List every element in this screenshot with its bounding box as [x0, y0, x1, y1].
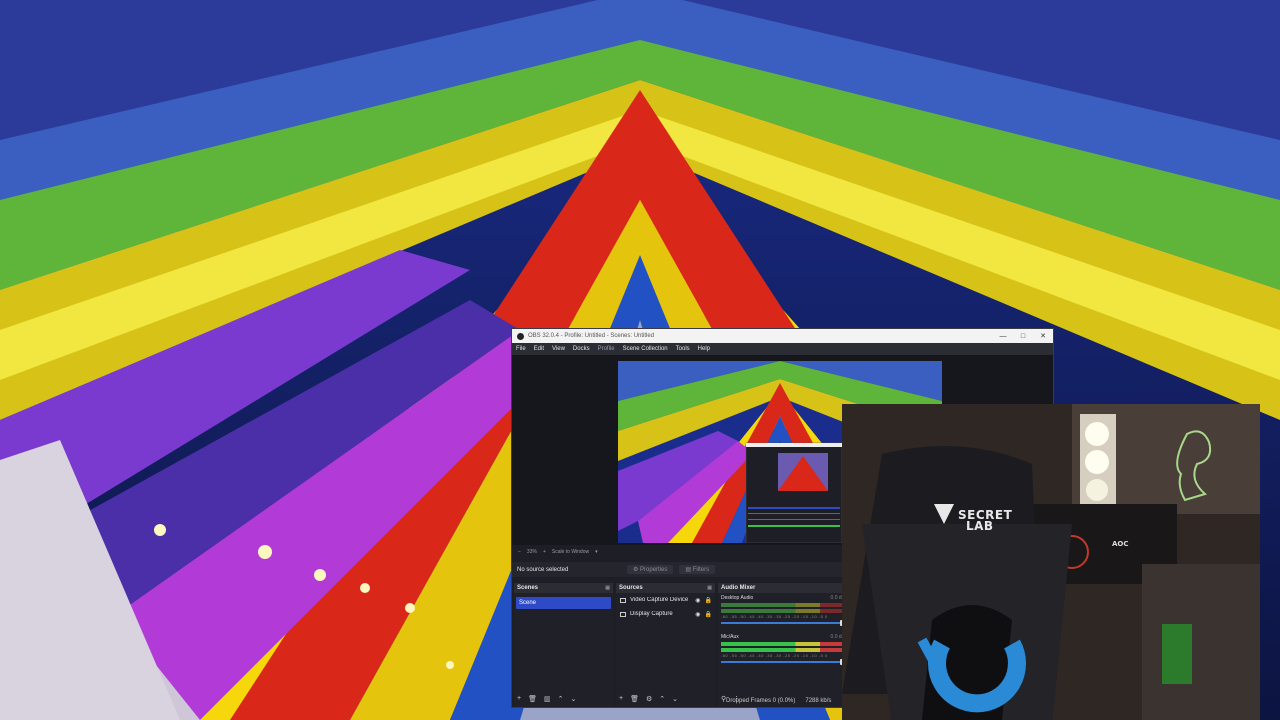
channel-name: Mic/Aux — [721, 634, 739, 640]
menu-edit[interactable]: Edit — [534, 346, 544, 352]
window-title: OBS 32.0.4 - Profile: Untitled - Scenes:… — [528, 333, 655, 339]
chevron-down-icon[interactable]: ▾ — [595, 549, 598, 555]
title-bar[interactable]: OBS 32.0.4 - Profile: Untitled - Scenes:… — [512, 329, 1053, 343]
dock-pin-icon[interactable]: ▣ — [605, 585, 610, 591]
volume-meter — [721, 609, 845, 613]
maximize-button[interactable]: □ — [1013, 333, 1033, 340]
chair-brand-logo: SECRET LAB — [958, 508, 1013, 533]
menu-view[interactable]: View — [552, 346, 565, 352]
monitor-icon — [620, 611, 626, 617]
scene-item[interactable]: Scene — [516, 597, 611, 609]
obs-app-icon — [517, 332, 524, 340]
lock-icon[interactable]: 🔒 — [705, 611, 712, 618]
eye-icon[interactable]: ◉ — [695, 597, 700, 604]
volume-meter — [721, 648, 845, 652]
volume-slider[interactable] — [721, 620, 845, 626]
meter-scale: -60 -55 -50 -45 -40 -35 -30 -25 -20 -15 … — [721, 653, 828, 658]
menu-docks[interactable]: Docks — [573, 346, 590, 352]
scenes-header: Scenes ▣ — [514, 583, 613, 593]
source-item-video-capture[interactable]: Video Capture Device ◉ 🔒 — [616, 593, 715, 607]
minimize-button[interactable]: — — [993, 333, 1013, 340]
zoom-plus-icon[interactable]: + — [543, 549, 546, 555]
volume-slider[interactable] — [721, 659, 845, 665]
bitrate: 7288 kb/s — [805, 698, 832, 704]
menu-tools[interactable]: Tools — [676, 346, 690, 352]
audio-mixer-dock: Audio Mixer Desktop Audio 0.0 dB -60 -55 … — [718, 583, 848, 707]
zoom-level: 33% — [526, 549, 537, 555]
menu-help[interactable]: Help — [698, 346, 710, 352]
meter-scale: -60 -55 -50 -45 -40 -35 -30 -25 -20 -15 … — [721, 614, 828, 619]
scenes-dock: Scenes ▣ Scene + 🗑 ▥ ⌃ ⌄ — [514, 583, 613, 707]
menu-file[interactable]: File — [516, 346, 526, 352]
scale-mode-select[interactable]: Scale to Window — [552, 549, 589, 555]
webcam-overlay — [842, 404, 1260, 720]
mixer-channel-desktop: Desktop Audio 0.0 dB -60 -55 -50 -45 -40 … — [718, 593, 848, 626]
zoom-minus-icon[interactable]: − — [518, 549, 521, 555]
lock-icon[interactable]: 🔒 — [705, 597, 712, 604]
dock-pin-icon[interactable]: ▣ — [707, 585, 712, 591]
sources-header: Sources ▣ — [616, 583, 715, 593]
camera-icon — [620, 597, 626, 603]
filters-button[interactable]: ▤ Filters — [679, 565, 716, 574]
gear-icon: ⚙ — [633, 567, 641, 573]
channel-name: Desktop Audio — [721, 595, 754, 601]
no-source-label: No source selected — [517, 566, 569, 573]
monitor-brand-logo: AOC — [1112, 540, 1129, 548]
volume-meter — [721, 603, 845, 607]
menu-profile[interactable]: Profile — [598, 346, 615, 352]
menu-bar: File Edit View Docks Profile Scene Colle… — [512, 343, 1053, 355]
close-button[interactable]: ✕ — [1033, 332, 1053, 340]
sources-dock: Sources ▣ Video Capture Device ◉ 🔒 Displa… — [616, 583, 715, 707]
mixer-channel-mic: Mic/Aux 0.0 dB -60 -55 -50 -45 -40 -35 -3… — [718, 632, 848, 665]
audio-mixer-header: Audio Mixer — [718, 583, 848, 593]
source-item-display-capture[interactable]: Display Capture ◉ 🔒 — [616, 607, 715, 621]
dropped-frames: Dropped Frames 0 (0.0%) — [726, 698, 796, 704]
menu-scene-collection[interactable]: Scene Collection — [623, 346, 668, 352]
volume-meter — [721, 642, 845, 646]
eye-icon[interactable]: ◉ — [695, 611, 700, 618]
properties-button[interactable]: ⚙ Properties — [627, 565, 674, 574]
filter-icon: ▤ — [685, 567, 693, 573]
